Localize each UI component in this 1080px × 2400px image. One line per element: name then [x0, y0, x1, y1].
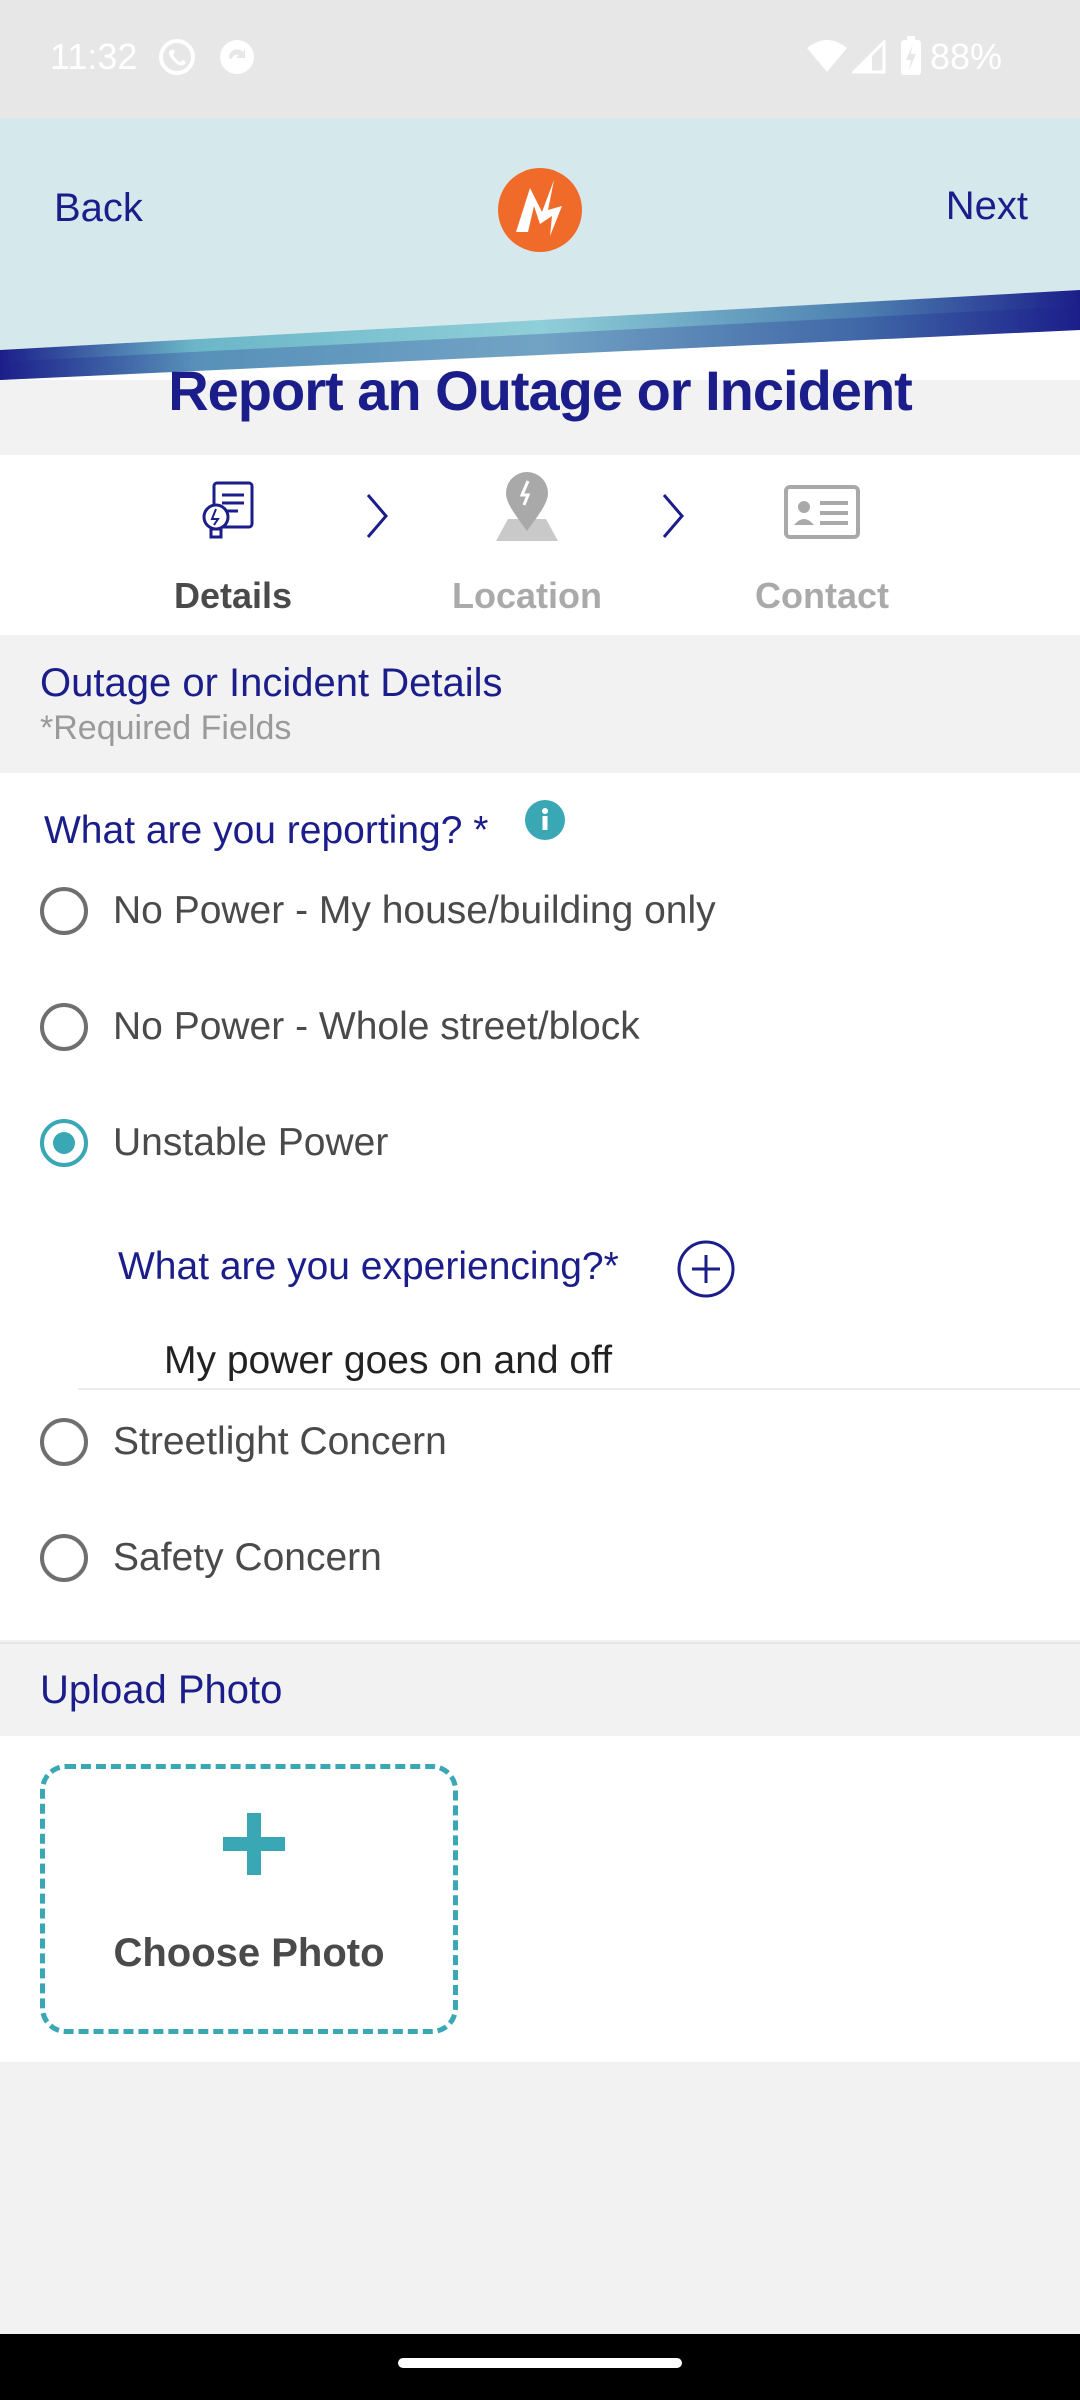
details-section-header: Outage or Incident Details *Required Fie… — [0, 635, 1080, 773]
required-note: *Required Fields — [40, 709, 292, 747]
report-form: What are you reporting? * No Power - My … — [0, 773, 1080, 1640]
radio-button[interactable] — [40, 887, 88, 935]
option-label: No Power - My house/building only — [113, 889, 716, 932]
radio-button-selected[interactable] — [40, 1119, 88, 1167]
option-label: Streetlight Concern — [113, 1420, 447, 1463]
option-no-power-street[interactable]: No Power - Whole street/block — [0, 985, 1080, 1069]
upload-title: Upload Photo — [40, 1668, 283, 1712]
experiencing-value[interactable]: My power goes on and off — [164, 1339, 612, 1383]
battery-icon — [901, 36, 921, 75]
section-title: Outage or Incident Details — [40, 661, 503, 705]
divider — [78, 1388, 1080, 1390]
option-safety-concern[interactable]: Safety Concern — [0, 1516, 1080, 1600]
radio-button[interactable] — [40, 1418, 88, 1466]
option-label: Unstable Power — [113, 1121, 389, 1164]
chevron-right-icon — [366, 494, 388, 538]
option-label: No Power - Whole street/block — [113, 1005, 640, 1048]
page-title: Report an Outage or Incident — [168, 359, 913, 422]
app-header: Back Next — [0, 118, 1080, 380]
phone-app-icon — [159, 39, 195, 75]
option-label: Safety Concern — [113, 1536, 382, 1579]
radio-button[interactable] — [40, 1003, 88, 1051]
next-button[interactable]: Next — [946, 184, 1028, 229]
system-nav-bar — [0, 2334, 1080, 2400]
choose-photo-button[interactable]: Choose Photo — [40, 1764, 458, 2034]
option-unstable-power[interactable]: Unstable Power — [0, 1101, 1080, 1185]
reporting-question: What are you reporting? * — [44, 809, 489, 852]
step-indicator: Details Location Contact — [0, 455, 1080, 635]
home-gesture-handle[interactable] — [398, 2358, 682, 2368]
status-time: 11:32 — [50, 36, 138, 77]
add-circle-icon[interactable] — [676, 1239, 736, 1299]
map-pin-icon — [496, 472, 558, 541]
choose-photo-label: Choose Photo — [113, 1931, 385, 1975]
back-button[interactable]: Back — [54, 186, 143, 231]
option-streetlight-concern[interactable]: Streetlight Concern — [0, 1400, 1080, 1484]
sync-app-icon — [220, 40, 254, 74]
brand-logo-icon — [498, 168, 582, 252]
radio-button[interactable] — [40, 1534, 88, 1582]
step-label-details[interactable]: Details — [103, 575, 363, 617]
experiencing-question: What are you experiencing?* — [118, 1245, 619, 1288]
upload-section-header: Upload Photo — [0, 1642, 1080, 1738]
plus-icon — [223, 1813, 285, 1875]
option-no-power-house[interactable]: No Power - My house/building only — [0, 869, 1080, 953]
info-icon[interactable] — [524, 799, 566, 841]
signal-icon — [852, 40, 886, 74]
step-label-location[interactable]: Location — [397, 575, 657, 617]
chevron-right-icon — [662, 494, 684, 538]
battery-percent: 88% — [929, 36, 1002, 77]
step-label-contact[interactable]: Contact — [692, 575, 952, 617]
wifi-icon — [807, 40, 847, 72]
contact-card-icon — [784, 485, 860, 539]
status-bar: 11:32 88% — [0, 0, 1080, 118]
document-bulb-icon — [202, 481, 254, 539]
